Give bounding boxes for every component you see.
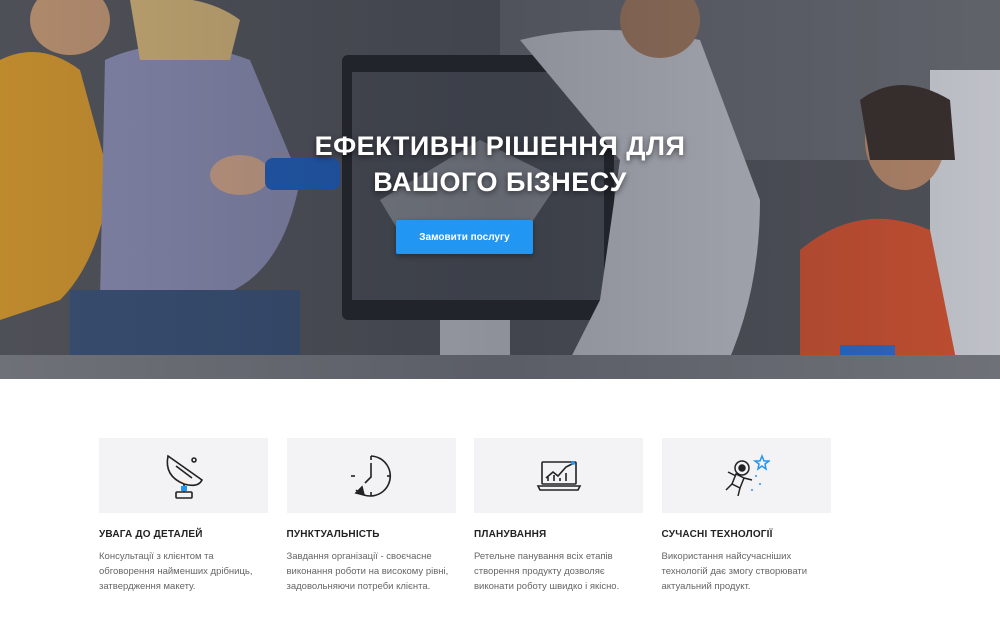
order-service-button[interactable]: Замовити послугу: [396, 220, 533, 254]
feature-title: ПЛАНУВАННЯ: [474, 529, 547, 540]
feature-card: УВАГА ДО ДЕТАЛЕЙ Консультації з клієнтом…: [99, 438, 269, 594]
hero-title-line1: ЕФЕКТИВНІ РІШЕННЯ ДЛЯ: [314, 131, 686, 161]
feature-title: УВАГА ДО ДЕТАЛЕЙ: [99, 529, 203, 540]
feature-icon-box: [474, 438, 643, 513]
feature-title: СУЧАСНІ ТЕХНОЛОГІЇ: [661, 529, 773, 540]
laptop-chart-icon: [536, 460, 581, 491]
clock-icon: [351, 454, 392, 497]
hero-title: ЕФЕКТИВНІ РІШЕННЯ ДЛЯ ВАШОГО БІЗНЕСУ: [0, 128, 1000, 200]
feature-card: ПУНКТУАЛЬНІСТЬ Завдання організації - св…: [286, 438, 457, 594]
feature-text: Ретельне панування всіх етапів створення…: [474, 551, 620, 592]
feature-card: ПЛАНУВАННЯ Ретельне панування всіх етапі…: [474, 438, 644, 594]
feature-icon-box: [286, 438, 456, 513]
feature-text: Використання найсучасніших технологій да…: [661, 551, 808, 592]
feature-card: СУЧАСНІ ТЕХНОЛОГІЇ Використання найсучас…: [661, 438, 832, 594]
feature-text: Консультації з клієнтом та обговорення н…: [99, 551, 253, 592]
astronaut-icon: [725, 453, 770, 496]
feature-title: ПУНКТУАЛЬНІСТЬ: [286, 529, 380, 540]
hero-section: ЕФЕКТИВНІ РІШЕННЯ ДЛЯ ВАШОГО БІЗНЕСУ Зам…: [0, 0, 1000, 379]
feature-text: Завдання організації - своєчасне виконан…: [286, 551, 449, 592]
hero-title-line2: ВАШОГО БІЗНЕСУ: [373, 167, 627, 197]
feature-icon-box: [99, 438, 268, 513]
satellite-dish-icon: [166, 454, 203, 499]
feature-icon-box: [661, 438, 831, 513]
features-section: УВАГА ДО ДЕТАЛЕЙ Консультації з клієнтом…: [99, 438, 831, 594]
